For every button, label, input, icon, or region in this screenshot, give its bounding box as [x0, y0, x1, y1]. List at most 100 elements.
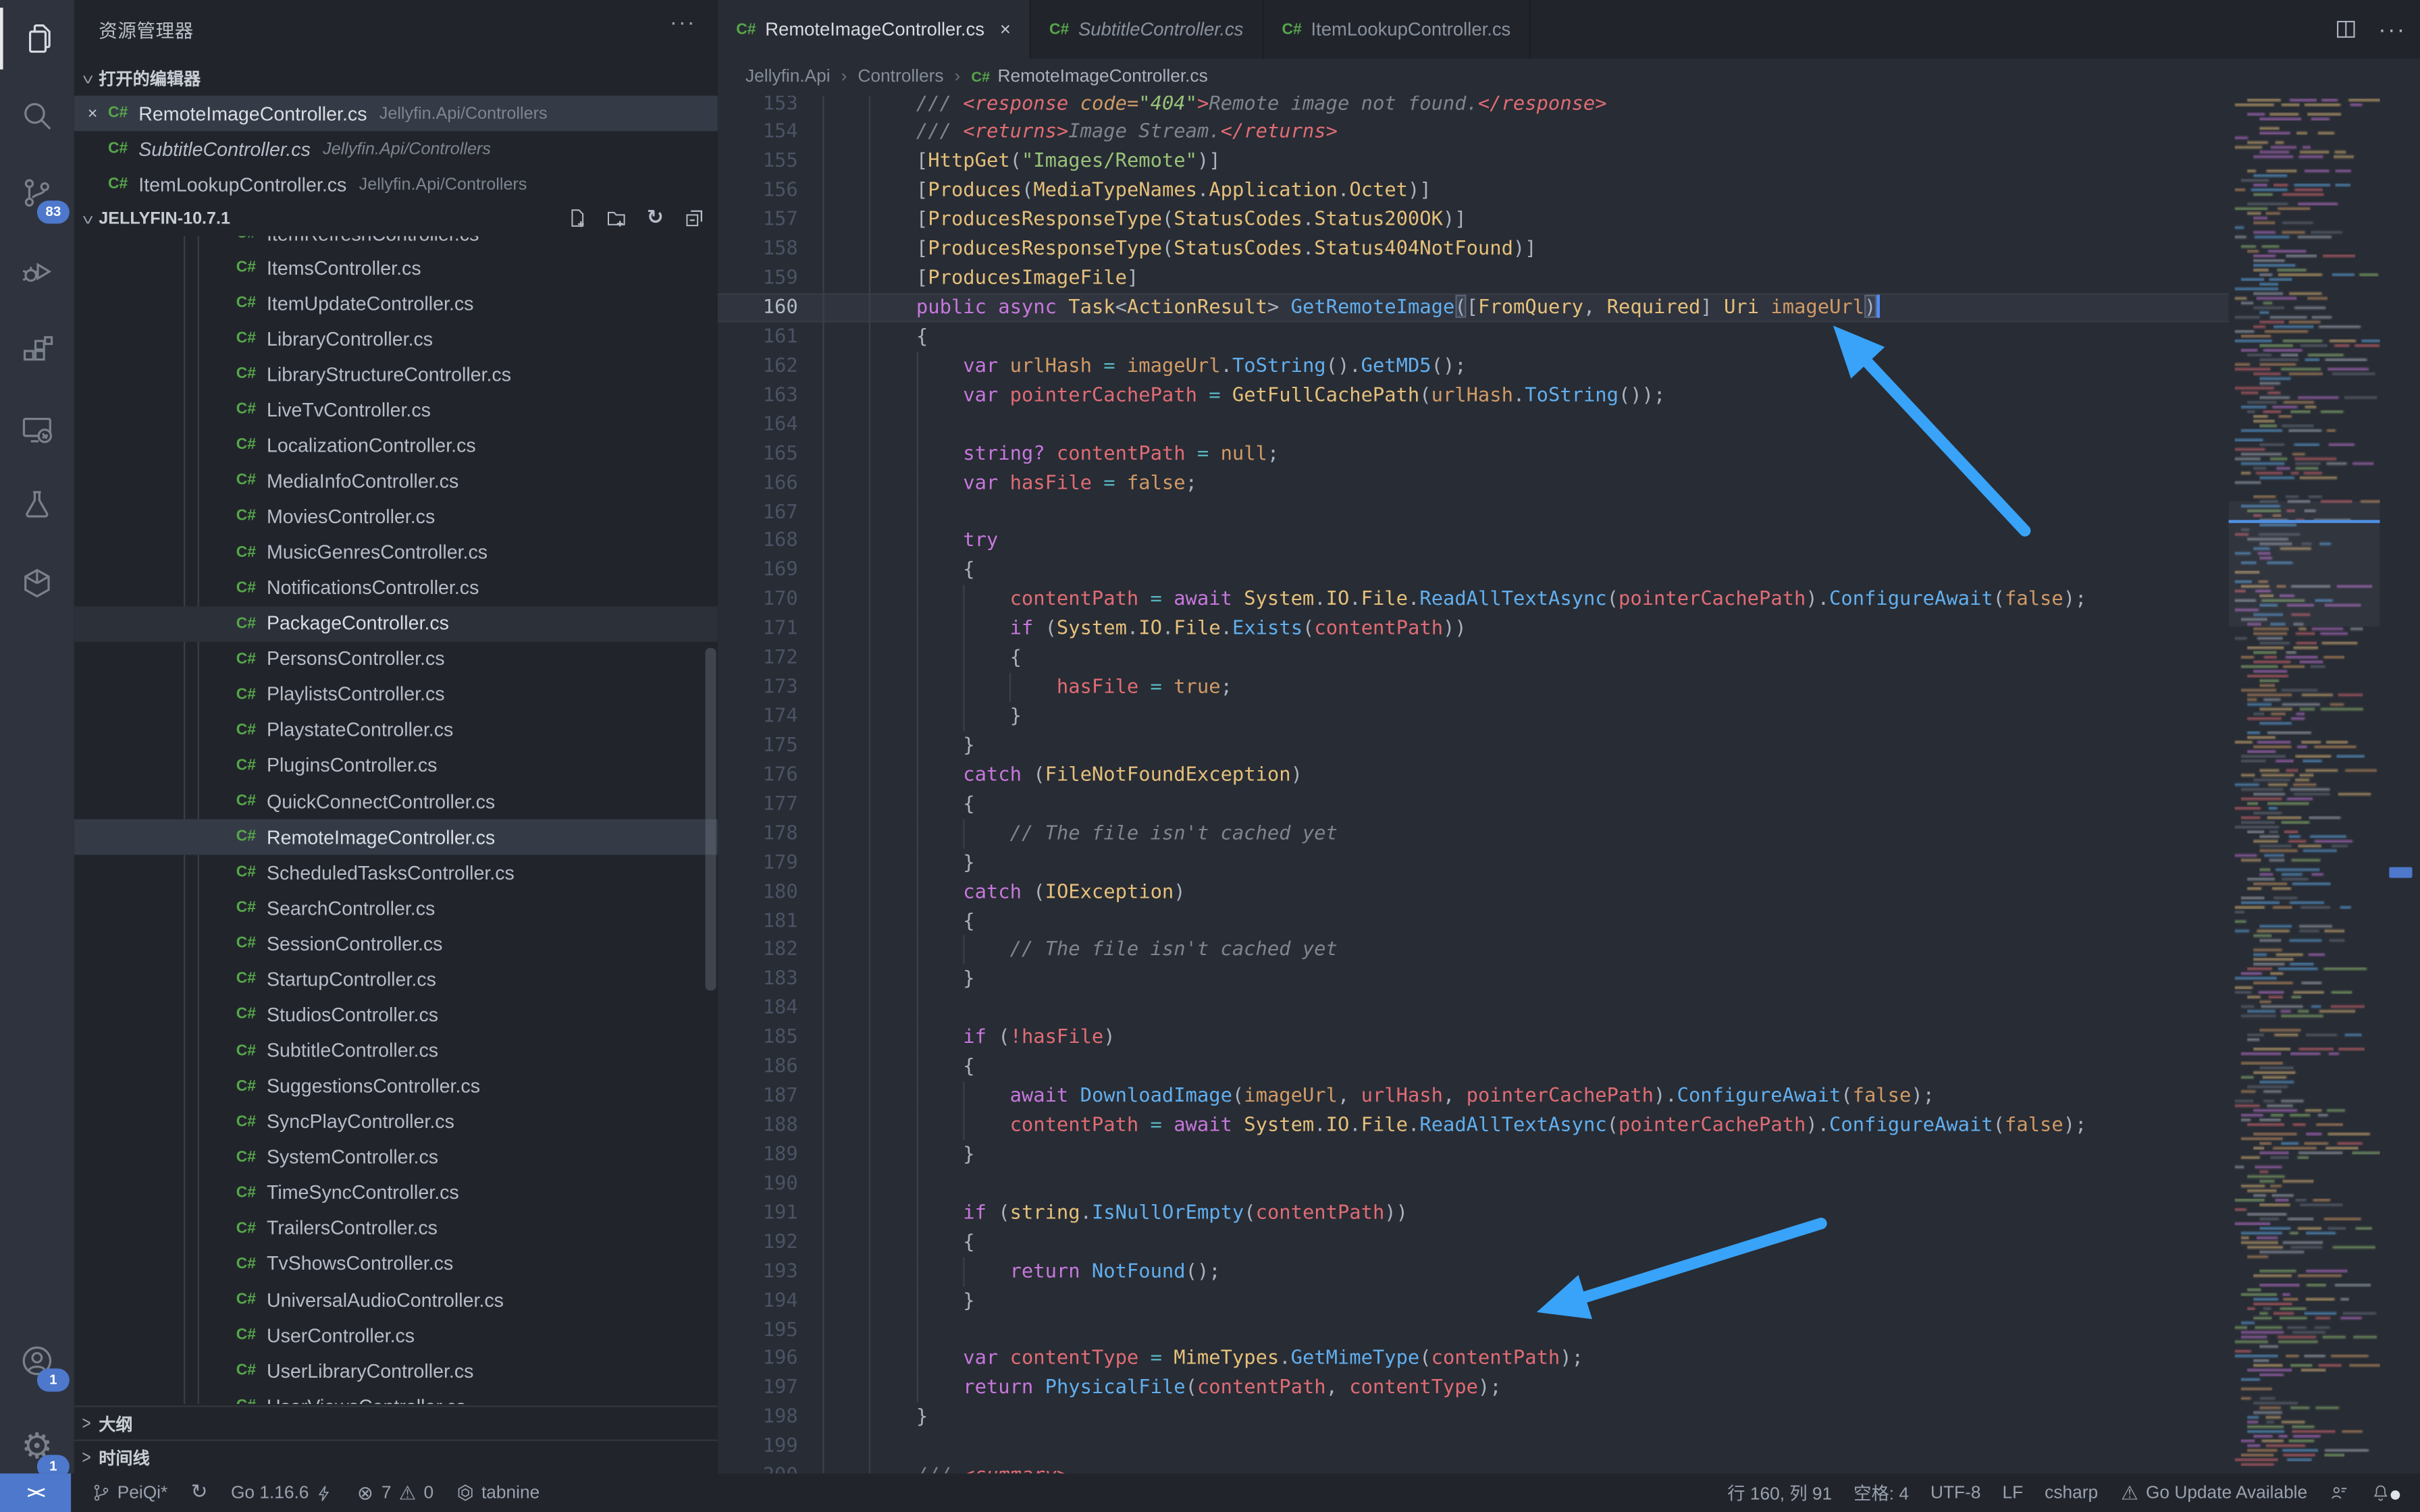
activity-search-icon[interactable] [0, 79, 74, 153]
activity-source-control-icon[interactable]: 83 [0, 156, 74, 230]
tab-subtitlecontroller[interactable]: C#SubtitleController.cs [1031, 0, 1264, 59]
new-folder-icon[interactable] [605, 207, 628, 230]
status-notifications[interactable] [2360, 1474, 2408, 1512]
tree-item-librarystructurecontroller[interactable]: C#LibraryStructureController.cs [74, 356, 718, 392]
tree-item-pluginscontroller[interactable]: C#PluginsController.cs [74, 749, 718, 784]
code-line-158[interactable]: 158 [ProducesResponseType(StatusCodes.St… [718, 235, 2229, 264]
tree-item-musicgenrescontroller[interactable]: C#MusicGenresController.cs [74, 535, 718, 570]
code-line-199[interactable]: 199 [718, 1432, 2229, 1461]
code-line-153[interactable]: 153 /// <response code="404">Remote imag… [718, 96, 2229, 118]
status-tabnine[interactable]: tabnine [444, 1474, 550, 1512]
tree-item-trailerscontroller[interactable]: C#TrailersController.cs [74, 1211, 718, 1247]
code-line-187[interactable]: 187 await DownloadImage(imageUrl, urlHas… [718, 1082, 2229, 1111]
tree-item-librarycontroller[interactable]: C#LibraryController.cs [74, 321, 718, 357]
tree-item-playlistscontroller[interactable]: C#PlaylistsController.cs [74, 677, 718, 713]
code-line-155[interactable]: 155 [HttpGet("Images/Remote")] [718, 147, 2229, 176]
activity-package-box-icon[interactable] [0, 546, 74, 620]
code-line-181[interactable]: 181 { [718, 907, 2229, 936]
code-line-171[interactable]: 171 if (System.IO.File.Exists(contentPat… [718, 614, 2229, 643]
close-icon[interactable]: × [80, 104, 105, 122]
code-line-194[interactable]: 194 } [718, 1286, 2229, 1315]
tree-item-localizationcontroller[interactable]: C#LocalizationController.cs [74, 428, 718, 464]
status-problems[interactable]: ⊗7⚠0 [344, 1474, 444, 1512]
more-actions-icon[interactable]: ··· [2380, 17, 2405, 42]
tree-item-usercontroller[interactable]: C#UserController.cs [74, 1318, 718, 1353]
code-line-174[interactable]: 174 } [718, 702, 2229, 731]
code-line-188[interactable]: 188 contentPath = await System.IO.File.R… [718, 1111, 2229, 1140]
code-line-184[interactable]: 184 [718, 994, 2229, 1023]
breadcrumb-item[interactable]: Controllers [858, 68, 943, 86]
breadcrumb-file[interactable]: RemoteImageController.cs [998, 68, 1208, 86]
code-line-172[interactable]: 172 { [718, 644, 2229, 673]
close-icon[interactable]: × [1000, 18, 1011, 40]
tree-item-itemscontroller[interactable]: C#ItemsController.cs [74, 250, 718, 286]
code-line-166[interactable]: 166 var hasFile = false; [718, 468, 2229, 497]
code-line-192[interactable]: 192 { [718, 1228, 2229, 1257]
new-file-icon[interactable] [567, 207, 589, 230]
code-line-189[interactable]: 189 } [718, 1140, 2229, 1169]
code-line-193[interactable]: 193 return NotFound(); [718, 1257, 2229, 1286]
tree-item-startupcontroller[interactable]: C#StartupController.cs [74, 962, 718, 998]
tree-item-scheduledtaskscontroller[interactable]: C#ScheduledTasksController.cs [74, 855, 718, 891]
tree-item-livetvcontroller[interactable]: C#LiveTvController.cs [74, 392, 718, 428]
breadcrumb[interactable]: Jellyfin.Api›Controllers›C#RemoteImageCo… [718, 59, 2420, 96]
code-line-175[interactable]: 175 } [718, 731, 2229, 760]
code-line-173[interactable]: 173 hasFile = true; [718, 673, 2229, 702]
code-line-190[interactable]: 190 [718, 1169, 2229, 1198]
status-go-version[interactable]: Go 1.16.6 [220, 1474, 344, 1512]
code-line-198[interactable]: 198 } [718, 1403, 2229, 1432]
section-header-bottom-1[interactable]: >时间线 [74, 1440, 718, 1474]
code-line-182[interactable]: 182 // The file isn't cached yet [718, 936, 2229, 965]
split-editor-icon[interactable] [2334, 17, 2359, 42]
code-line-191[interactable]: 191 if (string.IsNullOrEmpty(contentPath… [718, 1199, 2229, 1228]
tree-item-moviescontroller[interactable]: C#MoviesController.cs [74, 499, 718, 535]
code-editor[interactable]: 153 /// <response code="404">Remote imag… [718, 96, 2229, 1474]
code-line-162[interactable]: 162 var urlHash = imageUrl.ToString().Ge… [718, 352, 2229, 381]
code-line-157[interactable]: 157 [ProducesResponseType(StatusCodes.St… [718, 206, 2229, 235]
tree-item-subtitlecontroller[interactable]: C#SubtitleController.cs [74, 1033, 718, 1069]
remote-indicator[interactable]: >< [0, 1474, 71, 1512]
code-line-179[interactable]: 179 } [718, 848, 2229, 877]
status-go-update[interactable]: ⚠Go Update Available [2109, 1474, 2318, 1512]
status-eol[interactable]: LF [1992, 1474, 2034, 1512]
tree-item-systemcontroller[interactable]: C#SystemController.cs [74, 1140, 718, 1176]
status-language-mode[interactable]: csharp [2034, 1474, 2109, 1512]
tree-item-mediainfocontroller[interactable]: C#MediaInfoController.cs [74, 464, 718, 500]
activity-test-beaker-icon[interactable] [0, 468, 74, 542]
tree-item-syncplaycontroller[interactable]: C#SyncPlayController.cs [74, 1104, 718, 1140]
code-line-200[interactable]: 200 /// <summary> [718, 1461, 2229, 1474]
code-line-168[interactable]: 168 try [718, 526, 2229, 556]
code-line-160[interactable]: 160 public async Task<ActionResult> GetR… [718, 293, 2229, 322]
sidebar-more-icon[interactable]: ··· [670, 9, 696, 34]
code-line-163[interactable]: 163 var pointerCachePath = GetFullCacheP… [718, 381, 2229, 410]
tree-item-tvshowscontroller[interactable]: C#TvShowsController.cs [74, 1247, 718, 1282]
code-line-161[interactable]: 161 { [718, 323, 2229, 352]
tree-item-userlibrarycontroller[interactable]: C#UserLibraryController.cs [74, 1353, 718, 1389]
tree-item-clipped[interactable]: C#ItemRefreshController.cs [74, 236, 718, 250]
code-line-186[interactable]: 186 { [718, 1052, 2229, 1081]
tree-item-packagecontroller[interactable]: C#PackageController.cs [74, 606, 718, 642]
section-header-open-editors[interactable]: >打开的编辑器 [74, 61, 718, 95]
code-line-165[interactable]: 165 string? contentPath = null; [718, 439, 2229, 468]
status-branch[interactable]: PeiQi* [80, 1474, 178, 1512]
activity-account-icon[interactable]: 1 [0, 1324, 74, 1398]
tree-item-sessioncontroller[interactable]: C#SessionController.cs [74, 926, 718, 962]
minimap[interactable] [2229, 96, 2380, 1474]
activity-remote-explorer-icon[interactable] [0, 392, 74, 466]
code-line-177[interactable]: 177 { [718, 790, 2229, 819]
code-line-195[interactable]: 195 [718, 1316, 2229, 1345]
tree-item-itemupdatecontroller[interactable]: C#ItemUpdateController.cs [74, 286, 718, 321]
code-line-185[interactable]: 185 if (!hasFile) [718, 1023, 2229, 1052]
code-line-197[interactable]: 197 return PhysicalFile(contentPath, con… [718, 1374, 2229, 1403]
sidebar-scrollbar[interactable] [706, 648, 716, 990]
open-editor-item[interactable]: ×C#RemoteImageController.csJellyfin.Api/… [74, 96, 718, 132]
activity-files-icon[interactable] [0, 1, 74, 76]
activity-run-debug-icon[interactable] [0, 234, 74, 308]
open-editor-item[interactable]: C#SubtitleController.csJellyfin.Api/Cont… [74, 131, 718, 167]
tree-item-quickconnectcontroller[interactable]: C#QuickConnectController.cs [74, 784, 718, 819]
tree-item-searchcontroller[interactable]: C#SearchController.cs [74, 890, 718, 926]
breadcrumb-item[interactable]: Jellyfin.Api [745, 68, 831, 86]
code-line-176[interactable]: 176 catch (FileNotFoundException) [718, 761, 2229, 790]
status-indentation[interactable]: 空格: 4 [1843, 1474, 1920, 1512]
code-line-170[interactable]: 170 contentPath = await System.IO.File.R… [718, 585, 2229, 614]
